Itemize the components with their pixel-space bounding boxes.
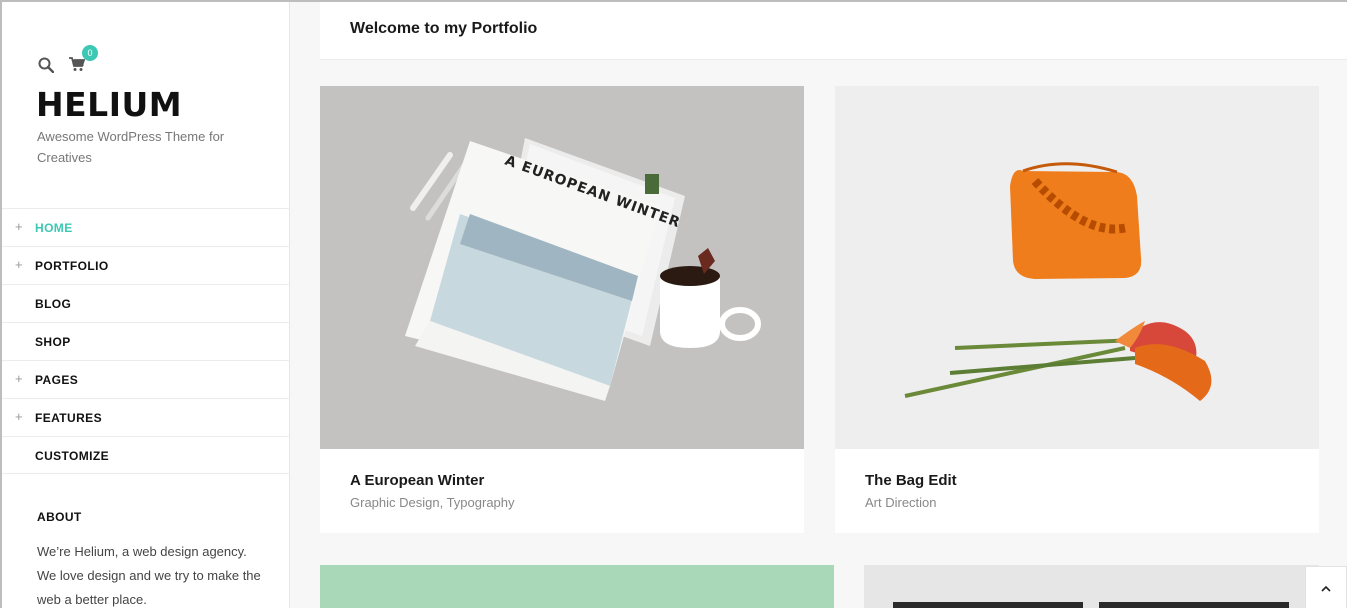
card-categories[interactable]: Art Direction xyxy=(865,495,937,510)
card-title[interactable]: A European Winter xyxy=(350,472,484,489)
chevron-up-icon xyxy=(1321,579,1331,597)
search-icon[interactable] xyxy=(38,57,55,78)
scroll-to-top-button[interactable] xyxy=(1305,566,1347,608)
portfolio-card[interactable] xyxy=(864,565,1319,608)
cart-icon[interactable] xyxy=(69,57,86,77)
nav-item-label: HOME xyxy=(35,221,73,235)
nav-item-customize[interactable]: CUSTOMIZE xyxy=(2,436,290,474)
thumbnail-shape xyxy=(1099,602,1289,608)
nav-item-label: CUSTOMIZE xyxy=(35,449,110,463)
card-title[interactable]: The Bag Edit xyxy=(865,472,957,489)
nav-item-label: BLOG xyxy=(35,297,72,311)
portfolio-card[interactable]: The Bag Edit Art Direction xyxy=(835,86,1319,533)
card-categories[interactable]: Graphic Design, Typography xyxy=(350,495,515,510)
portfolio-card[interactable]: A EUROPEAN WINTER A European Winter Grap… xyxy=(320,86,804,533)
portfolio-thumbnail[interactable] xyxy=(835,86,1319,449)
nav-item-features[interactable]: + FEATURES xyxy=(2,398,290,436)
nav-item-label: PAGES xyxy=(35,373,79,387)
cart-count-badge[interactable]: 0 xyxy=(82,45,98,61)
nav-item-pages[interactable]: + PAGES xyxy=(2,360,290,398)
about-heading: ABOUT xyxy=(37,510,82,524)
sidebar: 0 HELIUM Awesome WordPress Theme for Cre… xyxy=(0,2,290,608)
site-logo[interactable]: HELIUM xyxy=(36,85,182,124)
expand-plus-icon[interactable]: + xyxy=(15,409,23,424)
nav-item-shop[interactable]: SHOP xyxy=(2,322,290,360)
page-title: Welcome to my Portfolio xyxy=(350,20,538,37)
thumbnail-shape xyxy=(893,602,1083,608)
about-text: We’re Helium, a web design agency. We lo… xyxy=(37,544,261,607)
nav-item-blog[interactable]: BLOG xyxy=(2,284,290,322)
site-tagline: Awesome WordPress Theme for Creatives xyxy=(37,129,225,165)
expand-plus-icon[interactable]: + xyxy=(15,257,23,272)
nav-item-portfolio[interactable]: + PORTFOLIO xyxy=(2,246,290,284)
nav-item-home[interactable]: + HOME xyxy=(2,208,290,246)
expand-plus-icon[interactable]: + xyxy=(15,371,23,386)
nav-item-label: SHOP xyxy=(35,335,71,349)
portfolio-card[interactable] xyxy=(320,565,834,608)
expand-plus-icon[interactable]: + xyxy=(15,219,23,234)
page-header: Welcome to my Portfolio xyxy=(320,2,1347,60)
main-nav: + HOME + PORTFOLIO BLOG SHOP + PAGES + F… xyxy=(2,208,290,474)
nav-item-label: PORTFOLIO xyxy=(35,259,109,273)
portfolio-thumbnail[interactable]: A EUROPEAN WINTER xyxy=(320,86,804,449)
nav-item-label: FEATURES xyxy=(35,411,102,425)
